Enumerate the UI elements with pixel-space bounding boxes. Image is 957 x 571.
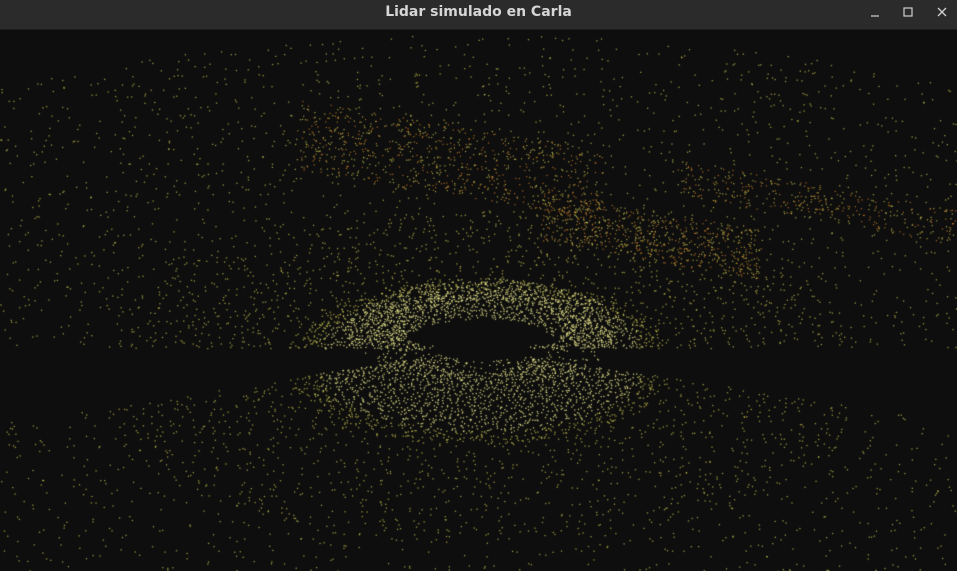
minimize-button[interactable]	[864, 2, 886, 22]
minimize-icon	[871, 15, 879, 17]
app-window: Lidar simulado en Carla	[0, 0, 957, 571]
maximize-icon	[903, 7, 913, 17]
close-icon	[937, 7, 947, 17]
lidar-point-cloud-viewport[interactable]	[0, 30, 957, 571]
maximize-button[interactable]	[897, 2, 919, 22]
point-cloud-canvas[interactable]	[0, 30, 957, 571]
title-bar[interactable]: Lidar simulado en Carla	[0, 0, 957, 30]
window-title: Lidar simulado en Carla	[385, 4, 572, 20]
close-button[interactable]	[931, 2, 953, 22]
